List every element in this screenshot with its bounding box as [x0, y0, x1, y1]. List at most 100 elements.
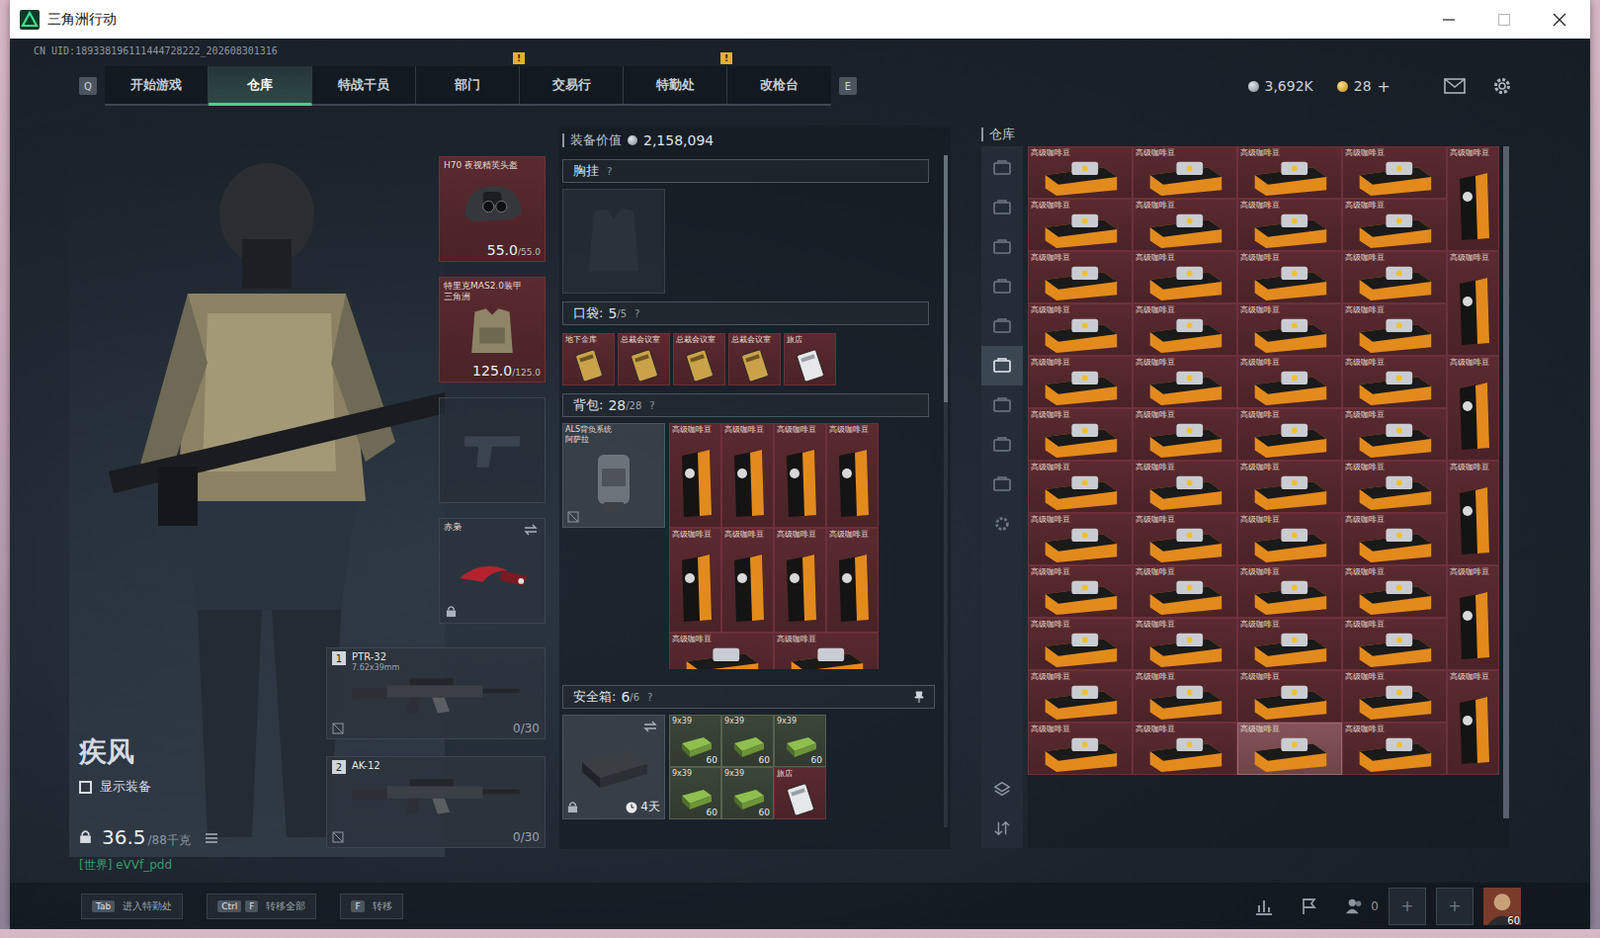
- nav-tab[interactable]: 开始游戏: [104, 66, 209, 104]
- gear-icon[interactable]: [992, 514, 1012, 533]
- warehouse-item[interactable]: 高级咖啡豆: [1446, 565, 1500, 671]
- backpack-item[interactable]: 高级咖啡豆: [669, 422, 722, 528]
- warehouse-item[interactable]: 高级咖啡豆: [1237, 355, 1343, 409]
- warehouse-tab[interactable]: [981, 424, 1023, 465]
- warehouse-item[interactable]: 高级咖啡豆: [1132, 460, 1238, 513]
- warehouse-item[interactable]: 高级咖啡豆: [1027, 460, 1133, 513]
- warehouse-item[interactable]: 高级咖啡豆: [1132, 617, 1238, 671]
- warehouse-item[interactable]: 高级咖啡豆: [1237, 251, 1343, 304]
- warehouse-item[interactable]: 高级咖啡豆: [1342, 722, 1447, 775]
- warehouse-item[interactable]: 高级咖啡豆: [1027, 565, 1133, 618]
- pocket-item[interactable]: 总裁会议室: [728, 333, 781, 386]
- warehouse-item[interactable]: 高级咖啡豆: [1027, 617, 1133, 671]
- backpack-item[interactable]: 高级咖啡豆: [773, 632, 879, 670]
- warehouse-tab[interactable]: [981, 464, 1023, 505]
- key-hint[interactable]: F转移: [339, 893, 403, 920]
- minimize-icon[interactable]: [1441, 12, 1456, 27]
- safe-box-item[interactable]: 9x3960: [669, 766, 722, 820]
- warehouse-item[interactable]: 高级咖啡豆: [1132, 355, 1238, 409]
- warehouse-item[interactable]: 高级咖啡豆: [1237, 512, 1343, 566]
- warehouse-item[interactable]: 高级咖啡豆: [1132, 251, 1238, 304]
- warehouse-item[interactable]: 高级咖啡豆: [1027, 512, 1133, 566]
- pocket-item[interactable]: 旅店: [783, 333, 837, 386]
- mail-icon[interactable]: [1443, 76, 1466, 96]
- scrollbar[interactable]: [943, 155, 948, 828]
- flag-icon[interactable]: [1299, 896, 1320, 917]
- warehouse-item[interactable]: 高级咖啡豆: [1342, 251, 1447, 304]
- layers-icon[interactable]: [992, 779, 1012, 798]
- warehouse-item[interactable]: 高级咖啡豆: [1342, 512, 1447, 566]
- warehouse-item[interactable]: 高级咖啡豆: [1027, 146, 1133, 199]
- melee-slot[interactable]: 赤枭: [438, 517, 546, 624]
- warehouse-item[interactable]: 高级咖啡豆: [1446, 460, 1500, 566]
- chest-rig-slot[interactable]: [562, 188, 666, 294]
- show-gear-checkbox[interactable]: 显示装备: [79, 777, 327, 796]
- warehouse-tab[interactable]: [981, 345, 1023, 386]
- warehouse-item[interactable]: 高级咖啡豆: [1027, 198, 1133, 252]
- safe-box-item[interactable]: 9x3960: [669, 714, 722, 767]
- warehouse-item[interactable]: 高级咖啡豆: [1027, 303, 1133, 356]
- backpack-item[interactable]: 高级咖啡豆: [721, 527, 774, 633]
- warehouse-item[interactable]: 高级咖啡豆: [1027, 670, 1133, 723]
- warehouse-item[interactable]: 高级咖啡豆: [1342, 146, 1447, 199]
- swap-icon[interactable]: [522, 523, 539, 536]
- warehouse-item[interactable]: 高级咖啡豆: [1132, 303, 1238, 356]
- pocket-item[interactable]: 总裁会议室: [673, 333, 726, 386]
- scrollbar[interactable]: [1503, 146, 1510, 819]
- backpack-slot[interactable]: ALS背负系统阿萨拉: [562, 422, 666, 528]
- add-tokens-button[interactable]: +: [1377, 77, 1391, 96]
- nav-tab[interactable]: 改枪台: [727, 66, 832, 104]
- warehouse-item[interactable]: 高级咖啡豆: [1342, 355, 1447, 409]
- player-avatar[interactable]: 60: [1483, 886, 1521, 927]
- nav-tab[interactable]: 部门 !: [416, 66, 520, 104]
- warehouse-item[interactable]: 高级咖啡豆: [1132, 198, 1238, 252]
- warehouse-item[interactable]: 高级咖啡豆: [1237, 198, 1343, 252]
- warehouse-item[interactable]: 高级咖啡豆: [1132, 722, 1238, 775]
- backpack-item[interactable]: 高级咖啡豆: [721, 422, 774, 528]
- warehouse-item[interactable]: 高级咖啡豆: [1342, 198, 1447, 252]
- nav-tab[interactable]: 特战干员: [312, 66, 417, 104]
- safe-box-item[interactable]: 9x3960: [773, 714, 827, 767]
- warehouse-tab[interactable]: [981, 266, 1023, 307]
- list-icon[interactable]: [204, 832, 219, 844]
- warehouse-item[interactable]: 高级咖啡豆: [1132, 512, 1238, 566]
- warehouse-item[interactable]: 高级咖啡豆: [1237, 303, 1343, 356]
- backpack-item[interactable]: 高级咖啡豆: [669, 632, 774, 670]
- armor-slot[interactable]: 特里克MAS2.0装甲三角洲125.0/125.0: [438, 276, 546, 383]
- nav-tab[interactable]: 特勤处 !: [623, 66, 728, 104]
- invite-slot[interactable]: +: [1388, 887, 1427, 926]
- pin-icon[interactable]: [914, 690, 925, 703]
- warehouse-item[interactable]: 高级咖啡豆: [1237, 460, 1343, 513]
- next-tab-key[interactable]: E: [839, 77, 857, 95]
- nav-tab[interactable]: 仓库: [208, 66, 313, 106]
- warehouse-item[interactable]: 高级咖啡豆: [1027, 251, 1133, 304]
- warehouse-item[interactable]: 高级咖啡豆: [1342, 303, 1447, 356]
- backpack-item[interactable]: 高级咖啡豆: [773, 422, 827, 528]
- safe-box-item[interactable]: 旅店: [773, 766, 827, 820]
- warehouse-item[interactable]: 高级咖啡豆: [1027, 408, 1133, 461]
- warehouse-item[interactable]: 高级咖啡豆: [1237, 722, 1343, 775]
- prev-tab-key[interactable]: Q: [79, 77, 97, 95]
- pistol-slot[interactable]: [438, 397, 546, 504]
- backpack-item[interactable]: 高级咖啡豆: [826, 527, 879, 633]
- warehouse-item[interactable]: 高级咖啡豆: [1446, 670, 1500, 775]
- warehouse-item[interactable]: 高级咖啡豆: [1342, 408, 1447, 461]
- warehouse-tab[interactable]: [981, 385, 1023, 425]
- warehouse-tab[interactable]: [981, 227, 1023, 267]
- warehouse-item[interactable]: 高级咖啡豆: [1237, 565, 1343, 618]
- warehouse-item[interactable]: 高级咖啡豆: [1342, 565, 1447, 618]
- checkbox-box[interactable]: [79, 780, 92, 794]
- warehouse-item[interactable]: 高级咖啡豆: [1132, 146, 1238, 199]
- warehouse-item[interactable]: 高级咖啡豆: [1237, 146, 1343, 199]
- invite-slot[interactable]: +: [1435, 887, 1474, 926]
- safe-box-slot[interactable]: 4天: [562, 714, 666, 820]
- pocket-item[interactable]: 地下金库: [562, 333, 615, 386]
- chat-line[interactable]: [世界] eVVf_pdd: [79, 856, 327, 874]
- nav-tab[interactable]: 交易行: [519, 66, 624, 104]
- warehouse-tab[interactable]: [981, 148, 1023, 188]
- warehouse-tab[interactable]: [981, 187, 1023, 228]
- maximize-icon[interactable]: [1497, 12, 1512, 27]
- warehouse-item[interactable]: 高级咖啡豆: [1342, 460, 1447, 513]
- warehouse-item[interactable]: 高级咖啡豆: [1237, 408, 1343, 461]
- safe-box-item[interactable]: 9x3960: [721, 714, 774, 767]
